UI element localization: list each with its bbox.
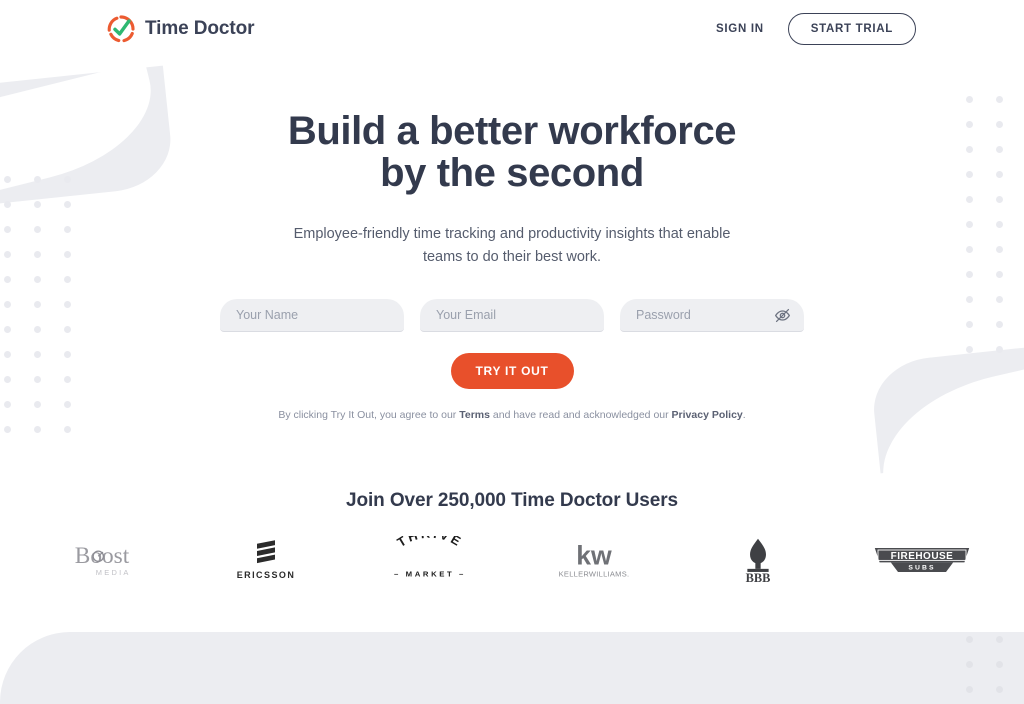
firehouse-subs-logo: FIREHOUSE SUBS [874, 548, 970, 572]
bbb-logo: BBB [746, 538, 771, 585]
legal-suffix: . [742, 409, 746, 421]
cta-wrapper: TRY IT OUT [0, 353, 1024, 389]
svg-text:KELLERWILLIAMS.: KELLERWILLIAMS. [559, 570, 630, 579]
eye-off-icon [774, 308, 791, 323]
page-title: Build a better workforce by the second [0, 110, 1024, 194]
svg-text:SUBS: SUBS [908, 565, 935, 572]
logo-thrive-market: THRIVE – MARKET – [374, 534, 486, 586]
brand-name: Time Doctor [145, 18, 255, 39]
email-field-wrapper [420, 299, 604, 332]
headline-line-2: by the second [380, 151, 644, 195]
headline-line-1: Build a better workforce [287, 109, 737, 153]
svg-text:kw: kw [576, 541, 612, 571]
brand-logo[interactable]: Time Doctor [106, 14, 255, 44]
thrive-market-logo: THRIVE – MARKET – [394, 536, 466, 578]
svg-text:FIREHOUSE: FIREHOUSE [891, 551, 954, 562]
boost-media-logo: Boost MEDIA [75, 543, 131, 577]
svg-text:MEDIA: MEDIA [96, 568, 131, 577]
legal-disclaimer: By clicking Try It Out, you agree to our… [0, 409, 1024, 421]
name-input[interactable] [220, 299, 404, 332]
toggle-password-visibility-button[interactable] [773, 306, 792, 325]
logo-boost-media: Boost MEDIA [46, 534, 158, 586]
logo-bbb: BBB [702, 534, 814, 586]
landing-page: Time Doctor SIGN IN START TRIAL Build a … [0, 0, 1024, 704]
svg-text:BBB: BBB [746, 571, 771, 585]
svg-text:Boost: Boost [75, 543, 130, 569]
logo-firehouse-subs: FIREHOUSE SUBS [866, 534, 978, 586]
signup-form [0, 299, 1024, 332]
client-logo-row: Boost MEDIA ERICSSON T E – MARKET – kw K… [0, 534, 1024, 586]
decorative-bottom-panel [0, 632, 1024, 704]
hero-section: Build a better workforce by the second E… [0, 0, 1024, 586]
keller-williams-logo: kw KELLERWILLIAMS. [559, 541, 630, 579]
sign-in-button[interactable]: SIGN IN [712, 17, 768, 41]
email-input[interactable] [420, 299, 604, 332]
logo-ericsson: ERICSSON [210, 534, 322, 586]
svg-text:THRIVE: THRIVE [394, 536, 465, 550]
header-actions: SIGN IN START TRIAL [712, 13, 916, 45]
hero-subtitle: Employee-friendly time tracking and prod… [0, 223, 1024, 269]
start-trial-button[interactable]: START TRIAL [787, 13, 916, 45]
legal-prefix: By clicking Try It Out, you agree to our [278, 409, 460, 421]
social-proof-title: Join Over 250,000 Time Doctor Users [346, 490, 678, 511]
subtitle-line-1: Employee-friendly time tracking and prod… [293, 226, 731, 242]
password-field-wrapper [620, 299, 804, 332]
svg-text:ERICSSON: ERICSSON [237, 570, 296, 580]
name-field-wrapper [220, 299, 404, 332]
privacy-policy-link[interactable]: Privacy Policy [672, 409, 743, 421]
subtitle-line-2: teams to do their best work. [422, 249, 602, 265]
legal-middle: and have read and acknowledged our [489, 409, 672, 421]
svg-text:– MARKET –: – MARKET – [394, 569, 466, 578]
site-header: Time Doctor SIGN IN START TRIAL [0, 0, 1024, 58]
timedoctor-check-circle-icon [107, 15, 135, 43]
terms-link[interactable]: Terms [459, 409, 490, 421]
ericsson-logo: ERICSSON [237, 540, 296, 580]
logo-keller-williams: kw KELLERWILLIAMS. [538, 534, 650, 586]
try-it-out-button[interactable]: TRY IT OUT [450, 353, 574, 389]
